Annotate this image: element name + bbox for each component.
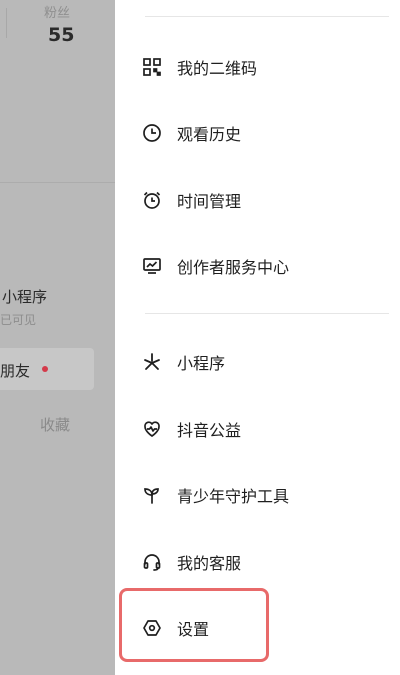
fans-label: 粉丝 [44, 6, 71, 21]
hexagon-gear-icon [141, 617, 163, 639]
menu-item-label: 我的客服 [177, 554, 242, 573]
mini-program-subtitle: 已可见 [0, 313, 37, 327]
collect-tab: 收藏 [40, 416, 71, 434]
background-profile-page: 粉丝 55 小程序 已可见 朋友 收藏 [0, 0, 115, 675]
mini-program-title: 小程序 [2, 288, 48, 306]
asterisk-icon [141, 351, 163, 373]
menu-item-youth-protection[interactable]: 青少年守护工具 [141, 475, 391, 515]
alarm-clock-icon [141, 189, 163, 211]
heart-pulse-icon [141, 418, 163, 440]
drawer-divider [145, 16, 389, 17]
clock-icon [141, 122, 163, 144]
stat-divider [6, 8, 7, 38]
menu-item-qr-code[interactable]: 我的二维码 [141, 47, 391, 87]
fans-count: 55 [48, 24, 75, 46]
side-drawer: 我的二维码 观看历史 时间管理 创作者服务中心 小程序 抖音公益 青少年守护工具… [115, 0, 400, 675]
menu-item-settings[interactable]: 设置 [141, 608, 391, 648]
friends-label: 朋友 [0, 362, 31, 380]
menu-item-label: 设置 [177, 620, 210, 639]
menu-item-label: 青少年守护工具 [177, 487, 290, 506]
menu-item-label: 抖音公益 [177, 421, 242, 440]
menu-item-customer-service[interactable]: 我的客服 [141, 542, 391, 582]
sprout-icon [141, 484, 163, 506]
menu-item-label: 我的二维码 [177, 59, 258, 78]
menu-item-charity[interactable]: 抖音公益 [141, 409, 391, 449]
menu-item-time-management[interactable]: 时间管理 [141, 180, 391, 220]
menu-item-label: 创作者服务中心 [177, 258, 290, 277]
menu-item-mini-program[interactable]: 小程序 [141, 342, 391, 382]
menu-item-label: 观看历史 [177, 125, 242, 144]
drawer-divider [145, 313, 389, 314]
menu-item-label: 时间管理 [177, 192, 242, 211]
notification-dot [42, 366, 48, 372]
menu-item-label: 小程序 [177, 354, 226, 373]
headset-icon [141, 551, 163, 573]
section-divider [0, 182, 115, 183]
menu-item-creator-center[interactable]: 创作者服务中心 [141, 246, 391, 286]
qr-code-icon [141, 56, 163, 78]
monitor-chart-icon [141, 255, 163, 277]
menu-item-watch-history[interactable]: 观看历史 [141, 113, 391, 153]
